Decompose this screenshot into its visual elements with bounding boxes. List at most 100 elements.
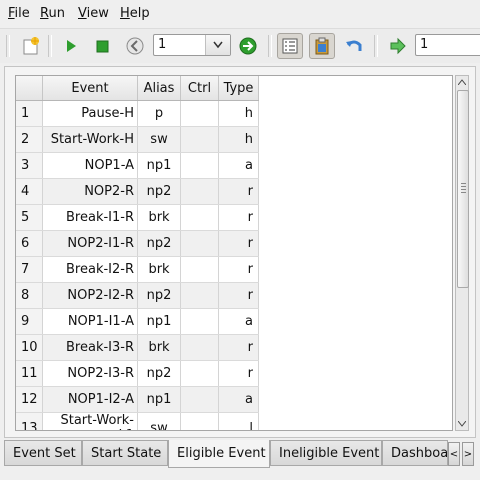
type-cell[interactable]: a bbox=[218, 386, 259, 413]
table-row[interactable]: 3 NOP1-A np1 a bbox=[16, 152, 259, 179]
table-row[interactable]: 2 Start-Work-H sw h bbox=[16, 126, 259, 153]
type-cell[interactable]: h bbox=[218, 126, 259, 153]
alias-cell[interactable]: sw bbox=[137, 412, 181, 430]
column-header-type[interactable]: Type bbox=[218, 76, 259, 101]
event-cell[interactable]: Start-Work-L1 bbox=[42, 412, 138, 430]
table-row[interactable]: 1 Pause-H p h bbox=[16, 100, 259, 127]
chevron-down-icon[interactable] bbox=[205, 35, 230, 55]
event-cell[interactable]: NOP2-I1-R bbox=[42, 230, 138, 257]
ctrl-cell[interactable] bbox=[180, 152, 219, 179]
alias-cell[interactable]: np2 bbox=[137, 178, 181, 205]
ctrl-cell[interactable] bbox=[180, 256, 219, 283]
type-cell[interactable]: a bbox=[218, 152, 259, 179]
ctrl-cell[interactable] bbox=[180, 386, 219, 413]
menu-bar: File Run View Help bbox=[0, 0, 480, 28]
type-cell[interactable]: r bbox=[218, 230, 259, 257]
event-cell[interactable]: Pause-H bbox=[42, 100, 138, 127]
event-cell[interactable]: Break-I2-R bbox=[42, 256, 138, 283]
table-row[interactable]: 12 NOP1-I2-A np1 a bbox=[16, 386, 259, 413]
ctrl-cell[interactable] bbox=[180, 204, 219, 231]
table-row[interactable]: 11 NOP2-I3-R np2 r bbox=[16, 360, 259, 387]
column-header-ctrl[interactable]: Ctrl bbox=[180, 76, 219, 101]
menu-run[interactable]: Run bbox=[40, 6, 65, 21]
alias-cell[interactable]: np1 bbox=[137, 386, 181, 413]
ctrl-cell[interactable] bbox=[180, 412, 219, 430]
event-cell[interactable]: NOP1-I1-A bbox=[42, 308, 138, 335]
type-cell[interactable]: l bbox=[218, 412, 259, 430]
scroll-down-icon[interactable] bbox=[456, 418, 468, 430]
ctrl-cell[interactable] bbox=[180, 230, 219, 257]
alias-cell[interactable]: p bbox=[137, 100, 181, 127]
go-icon[interactable] bbox=[235, 33, 261, 59]
undo-icon[interactable] bbox=[341, 33, 367, 59]
menu-help[interactable]: Help bbox=[120, 6, 150, 21]
alias-cell[interactable]: np2 bbox=[137, 282, 181, 309]
type-cell[interactable]: r bbox=[218, 178, 259, 205]
new-icon[interactable] bbox=[18, 33, 44, 59]
alias-cell[interactable]: sw bbox=[137, 126, 181, 153]
menu-view[interactable]: View bbox=[78, 6, 109, 21]
type-cell[interactable]: r bbox=[218, 204, 259, 231]
alias-cell[interactable]: np1 bbox=[137, 308, 181, 335]
tab-ineligible-event[interactable]: Ineligible Event bbox=[270, 440, 382, 466]
ctrl-cell[interactable] bbox=[180, 308, 219, 335]
table-row[interactable]: 4 NOP2-R np2 r bbox=[16, 178, 259, 205]
event-cell[interactable]: NOP1-I2-A bbox=[42, 386, 138, 413]
event-cell[interactable]: Break-I3-R bbox=[42, 334, 138, 361]
scroll-up-icon[interactable] bbox=[456, 76, 468, 88]
type-cell[interactable]: r bbox=[218, 256, 259, 283]
tab-start-state[interactable]: Start State bbox=[82, 440, 168, 466]
event-cell[interactable]: NOP2-I2-R bbox=[42, 282, 138, 309]
ctrl-cell[interactable] bbox=[180, 126, 219, 153]
table-row[interactable]: 5 Break-I1-R brk r bbox=[16, 204, 259, 231]
play-icon[interactable] bbox=[58, 33, 84, 59]
clipboard-icon[interactable] bbox=[309, 33, 335, 59]
alias-cell[interactable]: brk bbox=[137, 256, 181, 283]
stop-icon[interactable] bbox=[90, 33, 116, 59]
type-cell[interactable]: h bbox=[218, 100, 259, 127]
step-combo[interactable]: 1 bbox=[153, 34, 231, 56]
step-combo-right[interactable]: 1 bbox=[415, 34, 480, 56]
row-number: 6 bbox=[16, 230, 43, 257]
event-cell[interactable]: Break-I1-R bbox=[42, 204, 138, 231]
ctrl-cell[interactable] bbox=[180, 100, 219, 127]
ctrl-cell[interactable] bbox=[180, 334, 219, 361]
alias-cell[interactable]: np2 bbox=[137, 230, 181, 257]
menu-file[interactable]: File bbox=[8, 6, 30, 21]
tab-event-set[interactable]: Event Set bbox=[4, 440, 82, 466]
table-row[interactable]: 10 Break-I3-R brk r bbox=[16, 334, 259, 361]
table-row[interactable]: 8 NOP2-I2-R np2 r bbox=[16, 282, 259, 309]
row-number: 8 bbox=[16, 282, 43, 309]
vertical-scrollbar[interactable] bbox=[455, 75, 469, 431]
table-row[interactable]: 7 Break-I2-R brk r bbox=[16, 256, 259, 283]
alias-cell[interactable]: np2 bbox=[137, 360, 181, 387]
chevron-right-icon[interactable]: > bbox=[462, 442, 474, 466]
type-cell[interactable]: r bbox=[218, 334, 259, 361]
table-row[interactable]: 9 NOP1-I1-A np1 a bbox=[16, 308, 259, 335]
forward-arrow-icon[interactable] bbox=[385, 33, 411, 59]
ctrl-cell[interactable] bbox=[180, 360, 219, 387]
scrollbar-thumb[interactable] bbox=[457, 90, 469, 288]
type-cell[interactable]: r bbox=[218, 360, 259, 387]
tab-dashboard[interactable]: Dashboa bbox=[382, 440, 448, 466]
type-cell[interactable]: r bbox=[218, 282, 259, 309]
event-cell[interactable]: NOP2-R bbox=[42, 178, 138, 205]
table-row[interactable]: 6 NOP2-I1-R np2 r bbox=[16, 230, 259, 257]
column-header-event[interactable]: Event bbox=[42, 76, 138, 101]
table-row[interactable]: 13Start-Work-L1sw l bbox=[16, 412, 259, 430]
row-number: 4 bbox=[16, 178, 43, 205]
type-cell[interactable]: a bbox=[218, 308, 259, 335]
ctrl-cell[interactable] bbox=[180, 282, 219, 309]
alias-cell[interactable]: brk bbox=[137, 204, 181, 231]
column-header-alias[interactable]: Alias bbox=[137, 76, 181, 101]
chevron-left-icon[interactable]: < bbox=[448, 442, 460, 466]
event-cell[interactable]: NOP2-I3-R bbox=[42, 360, 138, 387]
alias-cell[interactable]: np1 bbox=[137, 152, 181, 179]
back-icon[interactable] bbox=[122, 33, 148, 59]
tab-eligible-event[interactable]: Eligible Event bbox=[168, 440, 270, 468]
event-cell[interactable]: NOP1-A bbox=[42, 152, 138, 179]
alias-cell[interactable]: brk bbox=[137, 334, 181, 361]
ctrl-cell[interactable] bbox=[180, 178, 219, 205]
event-cell[interactable]: Start-Work-H bbox=[42, 126, 138, 153]
list-view-icon[interactable] bbox=[277, 33, 303, 59]
